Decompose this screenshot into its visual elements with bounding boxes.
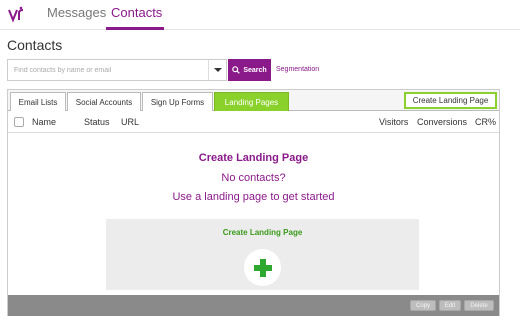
empty-state-line2: Use a landing page to get started	[172, 191, 335, 203]
create-landing-page-panel: Create Landing Page	[106, 219, 419, 290]
chevron-down-icon	[213, 68, 222, 72]
delete-button[interactable]: Delete	[464, 300, 494, 311]
column-header-name[interactable]: Name	[32, 117, 56, 127]
column-header-url[interactable]: URL	[121, 117, 139, 127]
vr-logo-icon[interactable]	[7, 5, 27, 25]
top-nav: Messages Contacts	[0, 0, 520, 30]
edit-button[interactable]: Edit	[439, 300, 461, 311]
tab-social-accounts[interactable]: Social Accounts	[67, 92, 141, 112]
search-icon	[232, 66, 241, 74]
tab-landing-pages[interactable]: Landing Pages	[214, 92, 289, 112]
plus-icon	[253, 258, 272, 277]
column-header-conversions[interactable]: Conversions	[417, 117, 467, 127]
create-landing-page-panel-title: Create Landing Page	[222, 228, 303, 237]
search-button-label: Search	[243, 66, 267, 74]
table-footer-actions: Copy Edit Delete	[8, 295, 499, 316]
nav-contacts-link[interactable]: Contacts	[111, 5, 162, 20]
create-landing-page-button[interactable]: Create Landing Page	[404, 92, 497, 109]
page-title: Contacts	[7, 37, 63, 53]
search-button[interactable]: Search	[228, 59, 271, 81]
active-nav-indicator	[106, 27, 164, 30]
column-header-visitors[interactable]: Visitors	[379, 117, 408, 127]
tab-email-lists[interactable]: Email Lists	[10, 92, 66, 112]
table-header: Name Status URL Visitors Conversions CR%	[8, 111, 499, 133]
landing-pages-table: Name Status URL Visitors Conversions CR%…	[7, 111, 500, 316]
search-input[interactable]	[8, 60, 208, 80]
contacts-tabs: Email Lists Social Accounts Sign Up Form…	[7, 89, 500, 112]
tab-sign-up-forms[interactable]: Sign Up Forms	[142, 92, 213, 112]
copy-button[interactable]: Copy	[410, 300, 436, 311]
add-landing-page-button[interactable]	[244, 249, 281, 286]
search-filter-dropdown[interactable]	[208, 60, 226, 80]
search-box	[7, 59, 227, 81]
column-header-cr[interactable]: CR%	[475, 117, 496, 127]
empty-state-title: Create Landing Page	[198, 152, 309, 164]
nav-messages-link[interactable]: Messages	[47, 5, 106, 20]
empty-state-line1: No contacts?	[221, 172, 286, 184]
select-all-checkbox[interactable]	[14, 117, 24, 127]
column-header-status[interactable]: Status	[84, 117, 110, 127]
segmentation-link[interactable]: Segmentation	[276, 66, 319, 73]
